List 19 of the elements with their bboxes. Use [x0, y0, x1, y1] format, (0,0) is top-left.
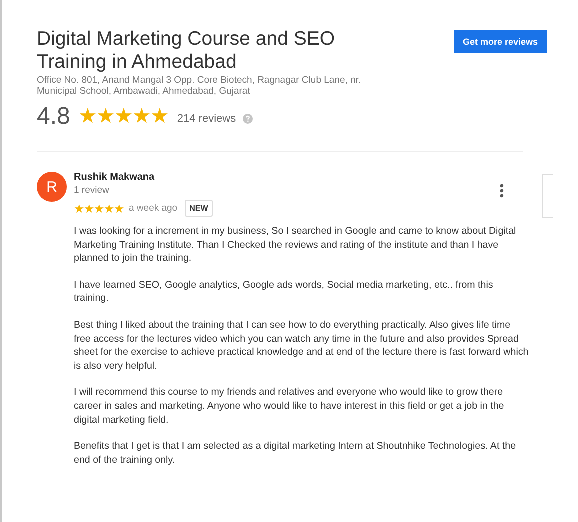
review-count: 214 reviews — [177, 112, 236, 124]
review-paragraph: I will recommend this course to my friends and relatives and everyone who would like to grow there career in sales and marketing. Anyone who would like to have interest in this field or get a job in the digital marketing field. — [74, 386, 506, 428]
review-paragraph: Best thing I liked about the training that I can see how to do everything practically. Also gives life time free access for the lectures video which you can watch any time in the future and also provides Spread sheet for the exercise to achieve practical knowledge and at end of the lecture there is fast forward which is also very helpful. — [74, 318, 529, 374]
review-paragraph: Benefits that I get is that I am selected as a digital marketing Intern at Shoutnhike Technologies. At the end of the training only. — [74, 440, 518, 468]
star-rating: ★★★★★ — [74, 202, 124, 216]
review-paragraph: I was looking for a increment in my business, So I searched in Google and came to know about Digital Marketing Training Institute. Than I Checked the reviews and rating of the institute and than I have planned to join the training. — [74, 225, 518, 266]
panel-edge — [542, 174, 553, 218]
review-time: a week ago — [129, 203, 178, 214]
rating-value: 4.8 — [37, 103, 70, 131]
new-badge: NEW — [184, 200, 214, 217]
get-more-reviews-button[interactable]: Get more reviews — [454, 30, 547, 53]
star-rating: ★★★★★ — [78, 106, 168, 128]
author-name[interactable]: Rushik Makwana — [74, 172, 155, 184]
author-review-count: 1 review — [74, 185, 110, 197]
more-options-icon[interactable] — [500, 184, 504, 198]
review-paragraph: I have learned SEO, Google analytics, Google ads words, Social media marketing, etc.. from this training. — [74, 278, 494, 306]
avatar: R — [37, 172, 67, 202]
business-address: Office No. 801, Anand Mangal 3 Opp. Core Biotech, Ragnagar Club Lane, nr. Municipal School, Ambawadi, Ahmedabad, Gujarat — [37, 75, 362, 97]
business-title: Digital Marketing Course and SEO Training in Ahmedabad — [37, 28, 336, 74]
